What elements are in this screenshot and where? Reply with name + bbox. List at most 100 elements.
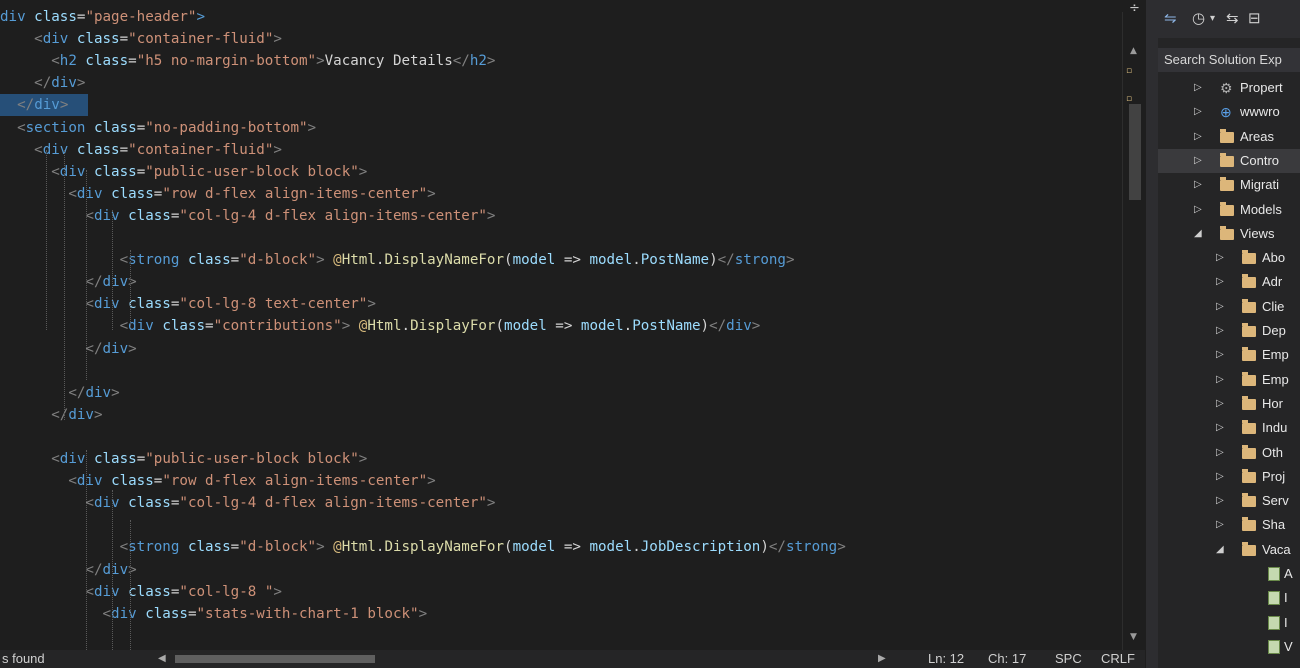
- code-line[interactable]: <div class="col-lg-8 text-center">: [0, 293, 1120, 315]
- code-line[interactable]: <section class="no-padding-bottom">: [0, 117, 1120, 139]
- scroll-left-icon[interactable]: ◀: [158, 650, 166, 668]
- expand-arrow-icon[interactable]: ▷: [1194, 100, 1202, 124]
- switch-icon[interactable]: ⇆: [1226, 9, 1239, 27]
- tree-item[interactable]: ▷ Models: [1158, 198, 1300, 222]
- code-line[interactable]: <div class="container-fluid">: [0, 28, 1120, 50]
- code-line[interactable]: <div class="col-lg-8 ">: [0, 581, 1120, 603]
- code-line[interactable]: <div class="contributions"> @Html.Displa…: [0, 315, 1120, 337]
- code-token: </: [85, 561, 103, 578]
- expand-arrow-icon[interactable]: ▷: [1216, 319, 1224, 343]
- code-line[interactable]: </div>: [0, 382, 1120, 404]
- code-line[interactable]: <div class="col-lg-4 d-flex align-items-…: [0, 492, 1120, 514]
- code-line[interactable]: <div class="public-user-block block">: [0, 161, 1120, 183]
- code-line[interactable]: </div>: [0, 559, 1120, 581]
- expand-arrow-icon[interactable]: ▷: [1216, 513, 1224, 537]
- tree-item[interactable]: ▷ ⚙ Propert: [1158, 76, 1300, 100]
- tree-item[interactable]: ◢ Views: [1158, 222, 1300, 246]
- tree-item[interactable]: A: [1158, 562, 1300, 586]
- code-token: <: [51, 53, 60, 70]
- line-indicator[interactable]: Ln: 12: [928, 650, 964, 668]
- panel-splitter[interactable]: [1146, 0, 1158, 668]
- tree-item[interactable]: ▷ Hor: [1158, 392, 1300, 416]
- expand-arrow-icon[interactable]: ▷: [1216, 246, 1224, 270]
- code-editor[interactable]: div class="page-header"> <div class="con…: [0, 0, 1122, 650]
- expand-arrow-icon[interactable]: ▷: [1216, 392, 1224, 416]
- chevron-down-icon[interactable]: ▾: [1210, 13, 1215, 24]
- split-editor-icon[interactable]: ÷: [1129, 1, 1140, 16]
- scroll-right-icon[interactable]: ▶: [878, 650, 886, 668]
- indent-guide: [112, 210, 113, 330]
- tree-item[interactable]: I: [1158, 586, 1300, 610]
- expand-arrow-icon[interactable]: ▷: [1216, 368, 1224, 392]
- code-line[interactable]: <strong class="d-block"> @Html.DisplayNa…: [0, 536, 1120, 558]
- collapse-icon[interactable]: ⊟: [1248, 9, 1261, 27]
- code-line[interactable]: [0, 514, 1120, 536]
- code-line[interactable]: <div class="row d-flex align-items-cente…: [0, 470, 1120, 492]
- tree-item[interactable]: ▷ ⊕ wwwro: [1158, 100, 1300, 124]
- expand-arrow-icon[interactable]: ▷: [1216, 441, 1224, 465]
- tree-item[interactable]: ▷ Abo: [1158, 246, 1300, 270]
- expand-arrow-icon[interactable]: ▷: [1194, 125, 1202, 149]
- tree-item[interactable]: ▷ Indu: [1158, 416, 1300, 440]
- expand-arrow-icon[interactable]: ▷: [1216, 295, 1224, 319]
- vertical-scrollbar[interactable]: [1122, 12, 1146, 650]
- code-token: class: [128, 495, 171, 512]
- scroll-up-icon[interactable]: ▲: [1130, 46, 1137, 56]
- code-line[interactable]: [0, 426, 1120, 448]
- tree-item[interactable]: ▷ Oth: [1158, 441, 1300, 465]
- expand-arrow-icon[interactable]: ▷: [1216, 270, 1224, 294]
- collapse-arrow-icon[interactable]: ◢: [1216, 538, 1224, 562]
- tree-item[interactable]: ▷ Serv: [1158, 489, 1300, 513]
- tree-item[interactable]: ▷ Sha: [1158, 513, 1300, 537]
- code-line[interactable]: <div class="public-user-block block">: [0, 448, 1120, 470]
- tree-item[interactable]: ◢ Vaca: [1158, 538, 1300, 562]
- code-line[interactable]: </div>: [0, 72, 1120, 94]
- code-line[interactable]: div class="page-header">: [0, 6, 1120, 28]
- tree-item[interactable]: ▷ Contro: [1158, 148, 1300, 173]
- expand-arrow-icon[interactable]: ▷: [1194, 173, 1202, 197]
- tree-item[interactable]: ▷ Migrati: [1158, 173, 1300, 197]
- tree-item[interactable]: ▷ Areas: [1158, 125, 1300, 149]
- code-line[interactable]: <div class="col-lg-4 d-flex align-items-…: [0, 205, 1120, 227]
- sync-icon[interactable]: ⇋: [1164, 9, 1177, 27]
- tree-item[interactable]: ▷ Dep: [1158, 319, 1300, 343]
- code-line[interactable]: <h2 class="h5 no-margin-bottom">Vacancy …: [0, 50, 1120, 72]
- horizontal-scrollbar-thumb[interactable]: [175, 655, 375, 663]
- code-line[interactable]: <div class="row d-flex align-items-cente…: [0, 183, 1120, 205]
- tree-item[interactable]: I: [1158, 611, 1300, 635]
- expand-arrow-icon[interactable]: ▷: [1194, 198, 1202, 222]
- expand-arrow-icon[interactable]: ▷: [1194, 149, 1202, 173]
- expand-arrow-icon[interactable]: ▷: [1216, 465, 1224, 489]
- tree-item[interactable]: ▷ Proj: [1158, 465, 1300, 489]
- tree-item[interactable]: V: [1158, 635, 1300, 659]
- expand-arrow-icon[interactable]: ▷: [1194, 76, 1202, 100]
- code-token: .: [632, 539, 641, 556]
- tree-item[interactable]: ▷ Emp: [1158, 343, 1300, 367]
- tree-item[interactable]: ▷ Emp: [1158, 368, 1300, 392]
- history-icon[interactable]: ◷: [1192, 9, 1205, 27]
- expand-arrow-icon[interactable]: ▷: [1216, 416, 1224, 440]
- expand-arrow-icon[interactable]: ▷: [1216, 489, 1224, 513]
- whitespace-indicator[interactable]: SPC: [1055, 650, 1082, 668]
- collapse-arrow-icon[interactable]: ◢: [1194, 222, 1202, 246]
- solution-search-input[interactable]: Search Solution Exp: [1158, 48, 1300, 72]
- code-line[interactable]: [0, 227, 1120, 249]
- tree-item[interactable]: ▷ Adr: [1158, 270, 1300, 294]
- code-line[interactable]: </div>: [0, 338, 1120, 360]
- line-ending-indicator[interactable]: CRLF: [1101, 650, 1135, 668]
- code-line[interactable]: <div class="container-fluid">: [0, 139, 1120, 161]
- code-line[interactable]: <strong class="d-block"> @Html.DisplayNa…: [0, 249, 1120, 271]
- folder-icon: [1242, 444, 1256, 459]
- column-indicator[interactable]: Ch: 17: [988, 650, 1026, 668]
- scroll-down-icon[interactable]: ▼: [1130, 632, 1137, 642]
- tree-item[interactable]: ▷ Clie: [1158, 295, 1300, 319]
- code-line[interactable]: </div>: [0, 404, 1120, 426]
- expand-arrow-icon[interactable]: ▷: [1216, 343, 1224, 367]
- code-line[interactable]: <div class="stats-with-chart-1 block">: [0, 603, 1120, 625]
- code-line[interactable]: [0, 360, 1120, 382]
- code-line[interactable]: </div>: [0, 94, 88, 117]
- code-line[interactable]: [0, 625, 1120, 647]
- code-line[interactable]: </div>: [0, 271, 1120, 293]
- scrollbar-thumb[interactable]: [1129, 104, 1141, 200]
